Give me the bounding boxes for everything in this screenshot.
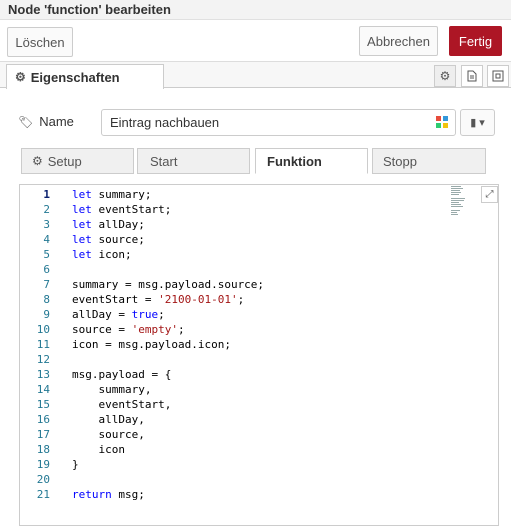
code-text: source,: [72, 428, 145, 441]
tab-properties[interactable]: ⚙ Eigenschaften: [6, 64, 164, 89]
line-number: 1: [43, 188, 50, 201]
delete-button[interactable]: Löschen: [7, 27, 73, 57]
code-line[interactable]: 1 let summary;: [20, 187, 450, 202]
line-number: 11: [36, 338, 50, 351]
line-number: 10: [36, 323, 50, 336]
icon-picker-icon[interactable]: [435, 115, 449, 129]
code-line[interactable]: 16 allDay,: [20, 412, 450, 427]
gear-icon: ⚙: [439, 69, 451, 83]
code-line[interactable]: 6: [20, 262, 450, 277]
appearance-tab-icon-button[interactable]: [487, 65, 509, 87]
code-text: icon = msg.payload.icon;: [72, 338, 231, 351]
code-text: return msg;: [72, 488, 145, 501]
code-text: let summary;: [72, 188, 152, 201]
line-number: 16: [36, 413, 50, 426]
name-input[interactable]: Eintrag nachbauen: [101, 109, 456, 136]
line-number: 17: [36, 428, 50, 441]
code-text: eventStart,: [72, 398, 172, 411]
line-number: 6: [43, 263, 50, 276]
code-line[interactable]: 3 let allDay;: [20, 217, 450, 232]
code-minimap[interactable]: [451, 186, 465, 224]
code-line[interactable]: 18 icon: [20, 442, 450, 457]
code-text: let source;: [72, 233, 145, 246]
code-text: summary,: [72, 383, 152, 396]
line-number: 4: [43, 233, 50, 246]
code-text: }: [72, 458, 79, 471]
line-number: 20: [36, 473, 50, 486]
code-line[interactable]: 17 source,: [20, 427, 450, 442]
code-line[interactable]: 19}: [20, 457, 450, 472]
tab-function-label: Funktion: [267, 153, 322, 169]
code-line[interactable]: 2 let eventStart;: [20, 202, 450, 217]
expand-editor-button[interactable]: ⤢: [481, 186, 498, 203]
code-line[interactable]: 21 return msg;: [20, 487, 450, 502]
tab-setup-label: Setup: [47, 153, 82, 169]
line-number: 3: [43, 218, 50, 231]
tab-stop[interactable]: Stopp: [372, 148, 486, 174]
code-line[interactable]: 12: [20, 352, 450, 367]
line-number: 15: [36, 398, 50, 411]
description-tab-icon-button[interactable]: [461, 65, 483, 87]
tag-icon: 🏷: [18, 114, 34, 129]
settings-tab-icon-button[interactable]: ⚙: [434, 65, 456, 87]
name-row: 🏷 Name Eintrag nachbauen ▮ ▾: [0, 108, 511, 136]
library-button[interactable]: ▮ ▾: [460, 109, 495, 136]
code-line[interactable]: 11 icon = msg.payload.icon;: [20, 337, 450, 352]
line-number: 7: [43, 278, 50, 291]
cancel-button[interactable]: Abbrechen: [359, 26, 438, 56]
code-text: allDay,: [72, 413, 145, 426]
code-text: source = 'empty';: [72, 323, 185, 336]
line-number: 13: [36, 368, 50, 381]
tab-bar: ⚙ Eigenschaften ⚙: [0, 62, 511, 89]
tab-start-label: Start: [150, 153, 178, 169]
code-text: let icon;: [72, 248, 132, 261]
dialog-title: Node 'function' bearbeiten: [0, 0, 511, 20]
code-text: allDay = true;: [72, 308, 165, 321]
code-line[interactable]: 10 source = 'empty';: [20, 322, 450, 337]
expand-icon: ⤢: [485, 189, 494, 200]
code-line[interactable]: 20: [20, 472, 450, 487]
caret-down-icon: ▾: [479, 117, 485, 129]
code-text: icon: [72, 443, 125, 456]
dialog-toolbar: Löschen Abbrechen Fertig: [0, 20, 511, 62]
code-editor[interactable]: 1 let summary; 2 let eventStart; 3 let allDay…: [19, 184, 499, 526]
line-number: 19: [36, 458, 50, 471]
code-line[interactable]: 13 msg.payload = {: [20, 367, 450, 382]
book-icon: ▮: [470, 117, 477, 129]
tab-setup[interactable]: ⚙ Setup: [21, 148, 134, 174]
gear-icon: ⚙: [32, 154, 43, 168]
line-number: 5: [43, 248, 50, 261]
name-label: Name: [39, 114, 74, 129]
code-line[interactable]: 15 eventStart,: [20, 397, 450, 412]
code-text: eventStart = '2100-01-01';: [72, 293, 245, 306]
tab-properties-label: Eigenschaften: [30, 69, 120, 85]
code-line[interactable]: 5 let icon;: [20, 247, 450, 262]
code-line[interactable]: 14 summary,: [20, 382, 450, 397]
code-text: let eventStart;: [72, 203, 172, 216]
line-number: 2: [43, 203, 50, 216]
line-number: 8: [43, 293, 50, 306]
name-input-value: Eintrag nachbauen: [110, 115, 220, 130]
line-number: 18: [36, 443, 50, 456]
frame-icon: [492, 70, 504, 82]
line-number: 14: [36, 383, 50, 396]
line-number: 12: [36, 353, 50, 366]
code-text: let allDay;: [72, 218, 145, 231]
code-text: summary = msg.payload.source;: [72, 278, 265, 291]
line-number: 9: [43, 308, 50, 321]
code-text: msg.payload = {: [72, 368, 172, 381]
code-line[interactable]: 4 let source;: [20, 232, 450, 247]
tab-function[interactable]: Funktion: [255, 148, 368, 174]
tab-start[interactable]: Start: [137, 148, 250, 174]
code-line[interactable]: 9 allDay = true;: [20, 307, 450, 322]
code-line[interactable]: 8 eventStart = '2100-01-01';: [20, 292, 450, 307]
gear-icon: ⚙: [15, 70, 26, 84]
name-label-wrapper: 🏷 Name: [18, 114, 74, 129]
line-number: 21: [36, 488, 50, 501]
document-icon: [467, 70, 477, 82]
tab-stop-label: Stopp: [383, 153, 417, 169]
function-subtabs: ⚙ Setup Start Funktion Stopp: [0, 148, 511, 174]
done-button[interactable]: Fertig: [449, 26, 502, 56]
code-line[interactable]: 7 summary = msg.payload.source;: [20, 277, 450, 292]
